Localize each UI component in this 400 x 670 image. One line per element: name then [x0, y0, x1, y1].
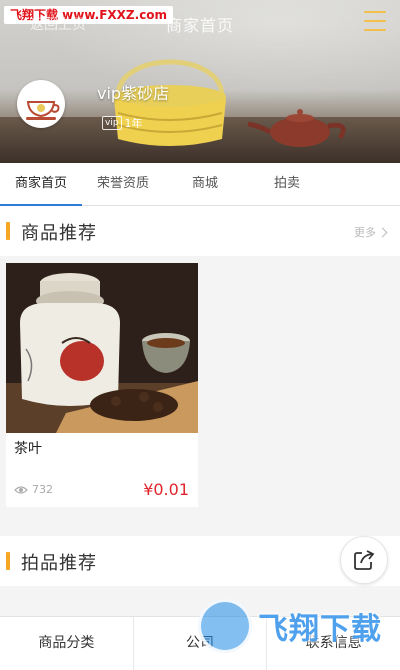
tab-mall[interactable]: 商城 — [164, 163, 246, 205]
section-title: 拍品推荐 — [21, 553, 97, 574]
product-name: 茶叶 — [14, 441, 42, 457]
nav-contact-info[interactable]: 联系信息 — [267, 617, 400, 670]
shop-banner: 飞翔下载 www.FXXZ.com 返回上页 商家首页 vip紫砂店 vip 1… — [0, 0, 400, 163]
shop-tabs: 商家首页 荣誉资质 商城 拍卖 — [0, 163, 400, 206]
shop-name: vip紫砂店 — [97, 84, 170, 103]
shop-logo — [17, 80, 65, 128]
tea-jar-image — [6, 263, 198, 433]
section-title: 商品推荐 — [21, 223, 97, 244]
products-section-header: 商品推荐 更多 — [0, 206, 400, 256]
section-accent-bar — [6, 222, 10, 240]
menu-icon[interactable] — [364, 11, 386, 31]
bottom-nav: 商品分类 公司 联系信息 — [0, 616, 400, 670]
product-views: 732 — [14, 483, 53, 496]
tab-auction[interactable]: 拍卖 — [246, 163, 328, 205]
chevron-right-icon — [377, 227, 388, 237]
vip-tag: vip — [102, 116, 122, 130]
tab-home[interactable]: 商家首页 — [0, 163, 82, 206]
shop-years: 1年 — [124, 117, 143, 130]
nav-product-categories[interactable]: 商品分类 — [0, 617, 134, 670]
more-label: 更多 — [354, 226, 376, 239]
product-price: ¥0.01 — [143, 480, 189, 499]
section-accent-bar — [6, 552, 10, 570]
nav-company[interactable]: 公司 — [134, 617, 268, 670]
product-image — [6, 263, 198, 433]
page-title: 商家首页 — [165, 16, 234, 35]
eye-icon — [14, 485, 28, 494]
more-link[interactable]: 更多 — [354, 224, 388, 240]
shop-vip-badge: vip 1年 — [102, 115, 143, 131]
product-card[interactable]: 茶叶 732 ¥0.01 — [6, 263, 198, 507]
tab-honors[interactable]: 荣誉资质 — [82, 163, 164, 205]
share-icon — [354, 550, 375, 570]
view-count: 732 — [32, 483, 53, 496]
share-button[interactable] — [340, 536, 388, 584]
teacup-logo-icon — [26, 101, 60, 120]
teapot-illustration — [247, 109, 346, 147]
